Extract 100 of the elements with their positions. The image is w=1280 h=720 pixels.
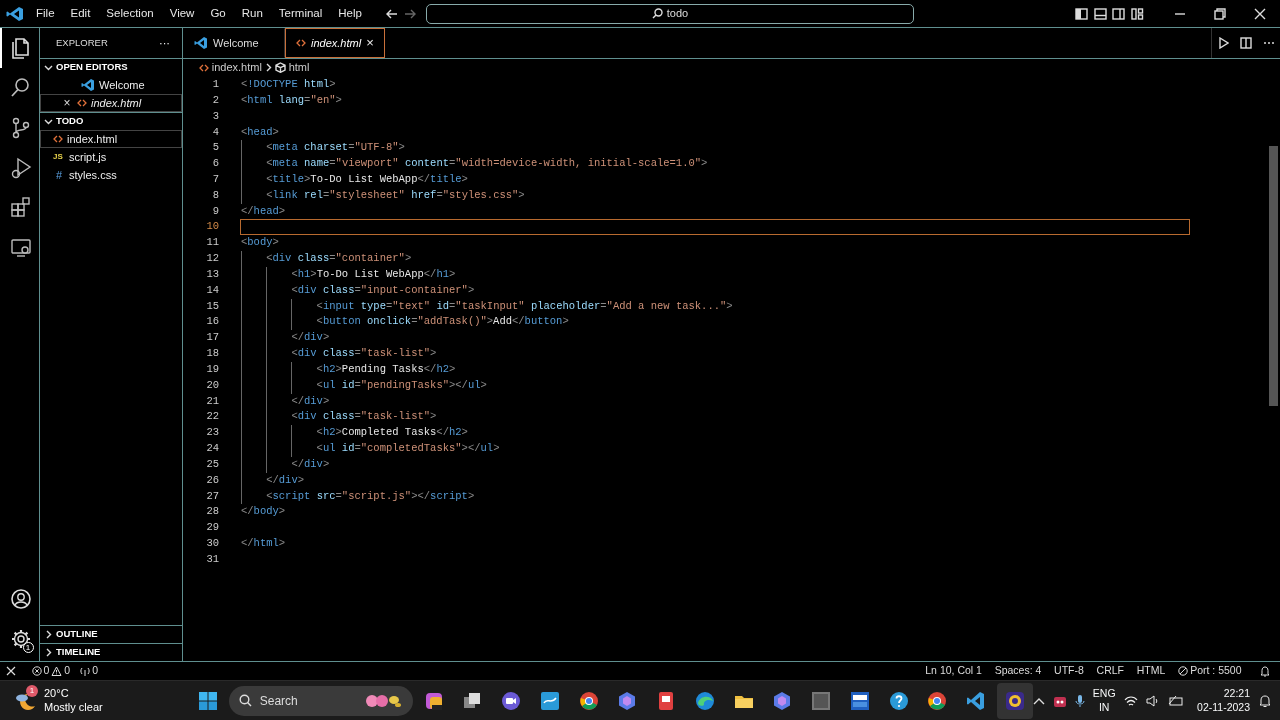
menu-item[interactable]: Selection — [98, 4, 162, 23]
close-icon[interactable]: × — [61, 94, 73, 112]
explorer-entry[interactable]: × index.html — [40, 94, 182, 112]
scrollbar-thumb[interactable] — [1269, 146, 1278, 406]
line-number: 11 — [205, 235, 219, 251]
problems-button[interactable]: 0 0 — [26, 663, 76, 679]
hash-icon: # — [53, 166, 65, 184]
line-number: 26 — [205, 472, 219, 488]
forward-arrow-icon[interactable] — [403, 8, 416, 19]
split-layout-icon[interactable] — [1112, 7, 1125, 20]
code-line: <div class="task-list"> — [291, 409, 437, 425]
line-number: 21 — [205, 393, 219, 409]
explorer-entry[interactable]: index.html — [40, 130, 182, 148]
menu-item[interactable]: File — [28, 4, 63, 23]
code-line: <h2>Pending Tasks</h2> — [316, 361, 456, 377]
antenna-icon — [80, 666, 91, 676]
more-actions-button[interactable]: ··· — [159, 34, 170, 52]
vscode-icon — [81, 78, 95, 92]
section-header[interactable]: OPEN EDITORS — [40, 58, 182, 76]
taskbar-search-field[interactable]: Search — [228, 685, 413, 716]
clock-button[interactable]: 22:21 02-11-2023 — [1197, 686, 1250, 715]
sidebar-layout-icon[interactable] — [1075, 7, 1088, 20]
code-line: <div class="input-container"> — [291, 282, 475, 298]
hexagon-icon — [617, 690, 638, 711]
back-arrow-icon[interactable] — [386, 8, 399, 19]
customize-layout-icon[interactable] — [1130, 7, 1144, 20]
recorder-taskbar-button[interactable] — [996, 682, 1033, 719]
settings-button[interactable]: 1 — [0, 619, 40, 659]
search-icon — [238, 694, 252, 707]
line-number: 13 — [205, 266, 219, 282]
editor-tab[interactable]: index.html × — [285, 28, 385, 58]
code-line: <h1>To-Do List WebApp</h1> — [291, 267, 456, 282]
run-icon[interactable] — [1217, 37, 1229, 49]
edge-browser-icon — [694, 690, 715, 711]
menu-item[interactable]: View — [161, 4, 203, 23]
browser-icon — [578, 690, 599, 711]
person-icon — [8, 587, 33, 611]
line-number: 22 — [205, 409, 219, 425]
status-item[interactable]: UTF-8 — [1049, 663, 1089, 679]
line-number: 9 — [211, 203, 219, 219]
explorer-entry[interactable]: JS script.js — [40, 148, 182, 166]
explorer-entry[interactable]: # styles.css — [40, 166, 182, 184]
code-line: <div class="task-list"> — [291, 346, 437, 362]
editor-tab[interactable]: Welcome — [183, 28, 285, 58]
document-app-icon — [656, 690, 676, 711]
line-number: 15 — [205, 298, 219, 314]
code-line: <input type="text" id="taskInput" placeholder="Add a new task..."> — [316, 298, 733, 314]
close-icon[interactable]: × — [366, 33, 374, 53]
status-item[interactable]: HTML — [1131, 663, 1171, 679]
code-line: <ul id="completedTasks"></ul> — [316, 441, 500, 457]
code-line: </html> — [241, 536, 286, 552]
notification-badge: 1 — [26, 684, 38, 697]
menu-item[interactable]: Go — [202, 4, 234, 23]
microphone-icon[interactable] — [1074, 693, 1085, 708]
square-tile-icon — [811, 690, 831, 711]
monitor-icon — [8, 236, 33, 260]
menu-item[interactable]: Help — [330, 4, 370, 23]
menu-item[interactable]: Edit — [62, 4, 99, 23]
code-line: <h2>Completed Tasks</h2> — [316, 425, 468, 441]
chevron-right-icon — [264, 63, 272, 72]
ports-button[interactable]: 0 — [75, 663, 104, 679]
battery-icon[interactable] — [1167, 694, 1184, 707]
notification-icon[interactable] — [1258, 693, 1272, 708]
speaker-icon[interactable] — [1145, 694, 1160, 707]
line-number: 7 — [211, 172, 219, 187]
status-item[interactable]: Ln 10, Col 1 — [920, 663, 987, 679]
sidebar-title: EXPLORER — [56, 35, 108, 50]
line-number: 23 — [205, 425, 219, 441]
explorer-entry[interactable]: Welcome — [40, 76, 182, 94]
code-line: </div> — [291, 456, 330, 472]
code-line: <title>To-Do List WebApp</title> — [266, 172, 468, 187]
section-header[interactable]: OUTLINE — [40, 625, 182, 643]
line-number: 18 — [205, 346, 219, 362]
split-editor-icon[interactable] — [1239, 37, 1252, 49]
status-item[interactable]: Port : 5500 — [1173, 663, 1247, 679]
error-icon — [31, 666, 42, 676]
search-icon — [651, 8, 663, 19]
section-header[interactable]: TODO — [40, 112, 182, 130]
line-number: 6 — [211, 156, 219, 172]
status-item[interactable]: Spaces: 4 — [989, 663, 1047, 679]
line-number: 1 — [211, 77, 219, 93]
chevron-down-icon — [44, 63, 53, 72]
breadcrumb-item[interactable]: index.html — [199, 59, 262, 76]
breadcrumb-item[interactable]: html — [274, 59, 310, 76]
video-call-icon — [501, 690, 521, 711]
vscode-icon — [194, 36, 208, 50]
windows-logo-icon — [199, 691, 217, 710]
menu-item[interactable]: Terminal — [270, 4, 331, 23]
command-center-field[interactable]: todo — [425, 3, 914, 24]
menu-item[interactable]: Run — [233, 4, 271, 23]
wifi-icon[interactable] — [1123, 694, 1138, 707]
language-button[interactable]: ENG IN — [1092, 686, 1116, 715]
panel-layout-icon[interactable] — [1093, 7, 1107, 20]
section-header[interactable]: TIMELINE — [40, 643, 182, 661]
bell-icon[interactable] — [1259, 665, 1272, 677]
line-number: 17 — [205, 330, 219, 346]
status-item[interactable]: CRLF — [1091, 663, 1130, 679]
code-line: </div> — [291, 330, 330, 346]
chevron-up-icon[interactable] — [1032, 696, 1045, 705]
line-number: 29 — [205, 520, 219, 536]
